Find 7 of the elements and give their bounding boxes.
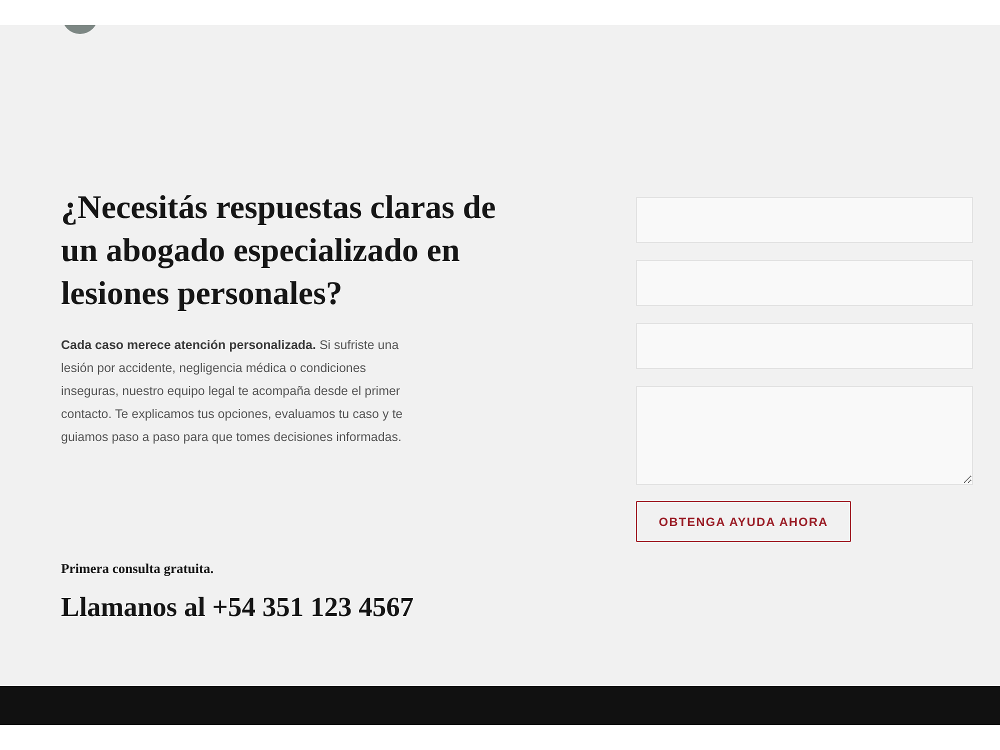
avatar-placeholder <box>62 25 98 34</box>
submit-button[interactable]: OBTENGA AYUDA AHORA <box>636 501 851 542</box>
intro-paragraph: Cada caso merece atención personalizada. Si sufriste una lesión por accidente, negligencia médica o condiciones inseguras, nuestro equipo legal te acompaña desde el primer contacto. Te explicamos tus opciones, evaluamos tu caso y te guiamos paso a paso para que tomes decisiones informadas. <box>61 337 404 446</box>
free-consultation-note: Primera consulta gratuita. <box>61 561 214 577</box>
message-field[interactable] <box>636 386 973 485</box>
phone-heading: Llamanos al +54 351 123 4567 <box>61 590 414 624</box>
section-heading: ¿Necesitás respuestas claras de un abogado especializado en lesiones personales? <box>61 189 497 314</box>
